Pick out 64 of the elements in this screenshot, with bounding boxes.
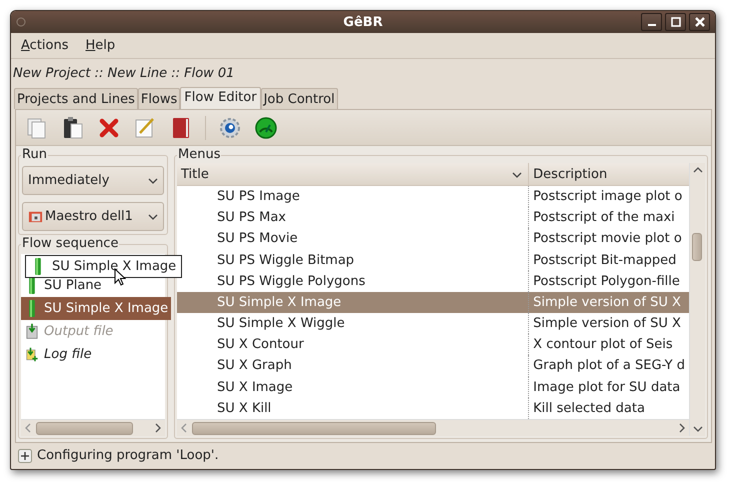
status-text: Configuring program 'Loop'. [37, 448, 219, 463]
table-cell: Postscript of the maxi [533, 210, 675, 226]
table-cell: Simple version of SU X [533, 316, 681, 332]
tab[interactable]: Job Control [260, 88, 338, 109]
maximize-button[interactable] [665, 13, 686, 31]
column-header[interactable]: Title [177, 163, 529, 186]
pipe-icon [26, 300, 38, 317]
tab[interactable]: Flow Editor [180, 87, 261, 109]
caret-icon [148, 178, 158, 184]
horizontal-scrollbar[interactable] [177, 419, 689, 436]
caret-icon [148, 214, 158, 220]
file-output-icon [26, 323, 38, 340]
minimize-button[interactable] [641, 13, 662, 31]
gear-icon[interactable] [218, 116, 242, 140]
table-cell: SU PS Max [217, 210, 286, 226]
pipe-icon [26, 277, 38, 294]
table-cell: SU Simple X Image [217, 294, 342, 310]
table-cell: SU Simple X Wiggle [217, 316, 345, 332]
delete-icon[interactable] [97, 116, 121, 140]
flow-item[interactable]: Log file [21, 343, 165, 366]
minimize-icon [648, 24, 656, 26]
pipe-icon [32, 258, 44, 275]
window-title: GêBR [343, 14, 383, 30]
file-log-icon [26, 346, 38, 363]
table-cell: Postscript image plot o [533, 189, 682, 204]
table-cell: SU X Graph [217, 358, 292, 374]
clipboard-icon[interactable] [61, 116, 85, 140]
menu-item[interactable]: Actions [21, 38, 68, 53]
vertical-scrollbar[interactable] [689, 163, 705, 436]
menu-item[interactable]: Help [86, 38, 116, 53]
table-cell: SU PS Image [217, 189, 300, 204]
caret-icon [512, 172, 522, 178]
scroll-thumb[interactable] [692, 233, 702, 261]
flow-item[interactable]: SU Simple X Image [21, 297, 172, 320]
table-cell: Postscript movie plot o [533, 231, 682, 246]
table-cell: SU PS Wiggle Polygons [217, 274, 366, 289]
table-cell: SU X Kill [217, 400, 272, 416]
gauge-icon[interactable] [254, 116, 278, 140]
maximize-icon [670, 16, 682, 28]
table-cell: Simple version of SU X [533, 294, 681, 310]
table-cell: X contour plot of Seis [533, 337, 673, 352]
table-cell: SU X Image [217, 380, 293, 395]
server-icon [28, 209, 43, 224]
tab[interactable]: Projects and Lines [14, 88, 138, 109]
table-cell: Image plot for SU data [533, 380, 680, 395]
horizontal-scrollbar[interactable] [21, 419, 165, 436]
table-cell: Graph plot of a SEG-Y d [533, 358, 685, 374]
table-cell: Postscript Bit-mapped [533, 252, 676, 268]
column-header[interactable]: Description [528, 163, 689, 186]
close-button[interactable] [689, 13, 710, 31]
table-cell: Postscript Polygon-fille [533, 274, 680, 289]
table-cell: SU PS Movie [217, 231, 298, 246]
table-cell: Kill selected data [533, 400, 645, 416]
expand-icon[interactable] [18, 448, 32, 462]
flow-sequence-label: Flow sequence [21, 236, 120, 252]
flow-item[interactable]: SU Plane [21, 274, 165, 297]
schedule-dropdown[interactable]: Immediately [22, 166, 164, 195]
drag-label: SU Simple X Image [52, 259, 176, 274]
table-cell: SU PS Wiggle Bitmap [217, 252, 354, 268]
table-cell: SU X Contour [217, 337, 304, 352]
tab[interactable]: Flows [138, 88, 180, 109]
breadcrumb: New Project :: New Line :: Flow 01 [12, 65, 236, 83]
server-dropdown[interactable]: Maestro dell1 [22, 202, 164, 231]
close-icon [694, 16, 706, 28]
